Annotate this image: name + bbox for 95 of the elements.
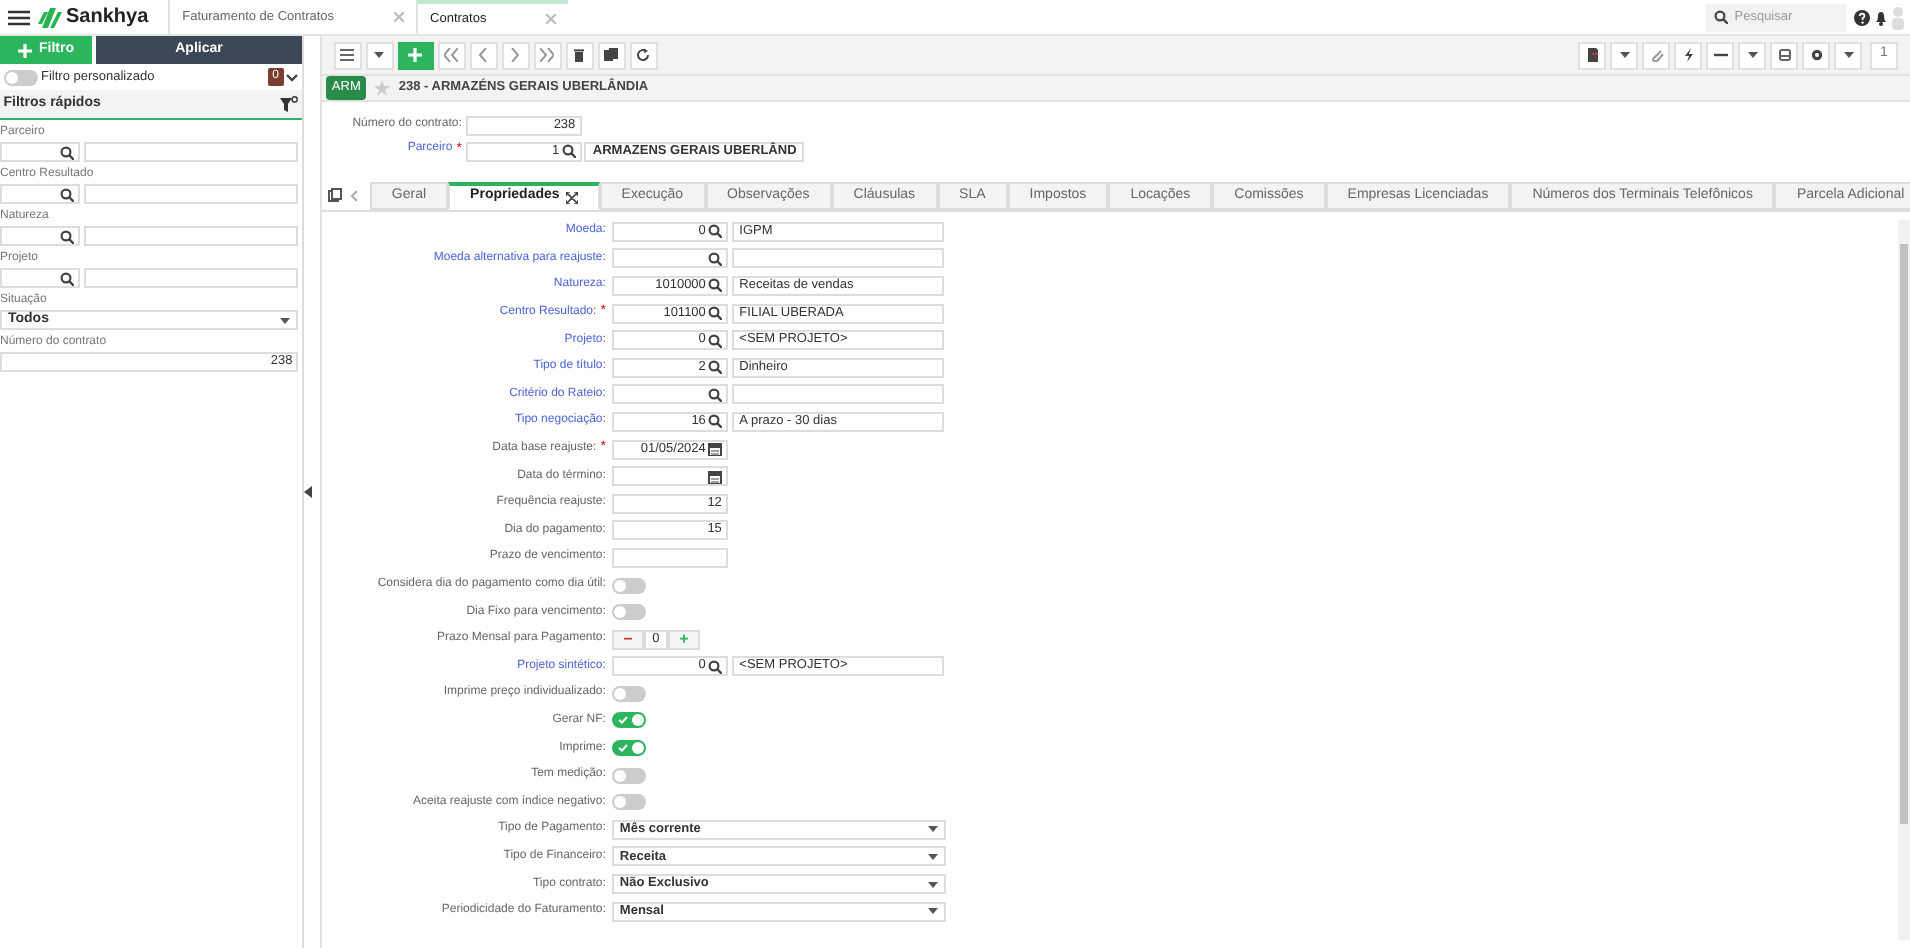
collapse-handle-icon[interactable] [304,486,312,498]
attach-icon [1649,48,1663,62]
search-icon[interactable] [707,224,722,239]
lightning-button[interactable] [1674,41,1702,69]
dropdown-button[interactable] [1738,41,1766,69]
settings-icon [1809,48,1823,62]
add-icon [408,48,423,62]
logo-text: Sankhya [66,4,149,32]
dropdown-button[interactable] [1610,41,1638,69]
dropdown-button[interactable] [1834,41,1862,69]
check-icon [617,716,628,725]
toggle-switch[interactable] [611,577,646,594]
report-button[interactable] [1578,41,1606,69]
list-icon [340,48,355,62]
scrollbar[interactable] [1898,220,1910,940]
copy-icon [604,48,619,62]
next-button[interactable] [501,41,530,69]
toggle-switch[interactable] [611,604,646,621]
search-icon[interactable] [707,360,722,375]
caret-icon [927,908,938,915]
plus-icon [18,43,32,57]
minus-button[interactable] [1706,41,1734,69]
code-field[interactable] [0,184,80,204]
refresh-icon [636,48,651,62]
previous-icon [476,48,491,62]
caret-icon [927,853,938,860]
toggle-switch[interactable] [611,794,646,811]
filter-icon[interactable] [280,95,299,113]
caret-icon [1619,52,1629,58]
toggle-switch[interactable] [611,740,646,757]
description-field[interactable] [83,268,299,288]
description-field[interactable] [83,142,299,162]
search-icon[interactable] [707,306,722,321]
search-icon[interactable] [60,271,74,285]
caret-icon [1747,52,1757,58]
first-icon [444,48,459,62]
search-icon [1714,10,1729,24]
last-icon [540,48,555,62]
decrement-button[interactable]: − [611,629,644,650]
date-field[interactable] [611,466,728,487]
minus-icon [1713,48,1727,62]
search-icon[interactable] [561,144,576,158]
report-icon [1585,48,1599,62]
search-icon[interactable] [60,187,74,201]
caret-icon [280,317,291,323]
code-field[interactable] [611,248,728,269]
bell-icon[interactable] [1873,9,1887,25]
search-icon[interactable] [60,229,74,243]
help-icon[interactable] [1853,9,1870,25]
caret-icon [1843,52,1853,58]
toggle-switch[interactable] [611,685,646,702]
print-icon [1777,48,1791,62]
code-field[interactable] [0,142,80,162]
refresh-button[interactable] [629,41,658,69]
number-field[interactable] [611,547,728,568]
search-icon[interactable] [60,145,74,159]
search-icon[interactable] [707,278,722,293]
search-icon[interactable] [707,333,722,348]
delete-icon [572,48,587,62]
copy-icon[interactable] [327,188,342,202]
menu-icon[interactable] [8,9,30,25]
dropdown-button[interactable] [365,41,394,69]
caret-icon [374,52,385,58]
search-icon[interactable] [707,414,722,429]
caret-icon [927,881,938,888]
toggle-switch[interactable] [611,712,646,729]
first-button[interactable] [437,41,466,69]
description-field[interactable] [731,384,944,405]
calendar-icon[interactable] [707,442,722,457]
next-icon [508,48,523,62]
search-icon[interactable] [707,659,722,674]
caret-icon [927,826,938,833]
description-field[interactable] [83,226,299,246]
chevron-icon[interactable] [286,73,299,81]
lightning-icon [1681,48,1695,62]
star-icon[interactable] [374,80,391,96]
print-button[interactable] [1770,41,1798,69]
code-field[interactable] [611,384,728,405]
previous-button[interactable] [469,41,498,69]
toggle-switch[interactable] [3,69,38,85]
settings-button[interactable] [1802,41,1830,69]
copy-button[interactable] [597,41,626,69]
search-icon[interactable] [707,387,722,402]
calendar-icon[interactable] [707,469,722,484]
search-icon[interactable] [707,251,722,266]
logo-icon [38,7,62,27]
code-field[interactable] [0,268,80,288]
list-button[interactable] [333,41,362,69]
code-field[interactable] [0,226,80,246]
description-field[interactable] [83,184,299,204]
expand-icon[interactable] [565,191,578,203]
toggle-switch[interactable] [611,767,646,784]
description-field[interactable] [731,248,944,269]
check-icon [617,744,628,753]
delete-button[interactable] [565,41,594,69]
